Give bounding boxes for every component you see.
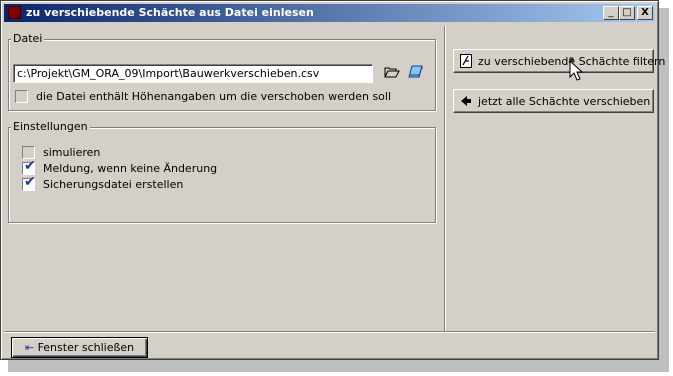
dialog-window: zu verschiebende Schächte aus Datei einl…	[0, 0, 665, 360]
move-all-manholes-label: jetzt alle Schächte verschieben	[478, 95, 651, 108]
close-window-footer-button[interactable]: ⇤ Fenster schließen	[11, 337, 148, 358]
simulate-label: simulieren	[43, 146, 101, 159]
file-path-input[interactable]: c:\Projekt\GM_ORA_09\Import\Bauwerkversc…	[13, 64, 373, 83]
checkmark-icon: ✔	[24, 158, 36, 174]
checkmark-icon: ✔	[24, 174, 36, 190]
move-all-manholes-button[interactable]: jetzt alle Schächte verschieben	[453, 89, 654, 113]
notepad-icon[interactable]	[406, 63, 424, 81]
footer-divider	[4, 331, 655, 333]
height-data-label: die Datei enthält Höhenangaben um die ve…	[36, 90, 392, 103]
file-group-label: Datei	[11, 32, 45, 45]
door-exit-icon: ⇤	[24, 341, 38, 354]
app-icon	[8, 6, 21, 19]
settings-group-label: Einstellungen	[11, 120, 90, 133]
title-bar[interactable]: zu verschiebende Schächte aus Datei einl…	[4, 4, 655, 22]
window-title: zu verschiebende Schächte aus Datei einl…	[26, 6, 314, 19]
message-no-change-label: Meldung, wenn keine Änderung	[43, 162, 218, 175]
open-folder-icon[interactable]	[384, 64, 400, 80]
filter-manholes-button[interactable]: zu verschiebende Schächte filtern	[453, 49, 665, 73]
minimize-button[interactable]: _	[603, 6, 619, 20]
filter-icon	[460, 54, 472, 71]
settings-group	[8, 127, 436, 223]
backup-file-checkbox[interactable]: ✔	[22, 174, 36, 191]
height-data-checkbox[interactable]	[15, 90, 28, 103]
mouse-pointer-icon	[569, 57, 589, 83]
close-window-button[interactable]: X	[637, 6, 653, 20]
backup-file-label: Sicherungsdatei erstellen	[43, 178, 184, 191]
close-window-label: Fenster schließen	[37, 341, 135, 354]
arrow-left-icon	[460, 95, 472, 110]
maximize-button[interactable]: □	[619, 6, 635, 20]
